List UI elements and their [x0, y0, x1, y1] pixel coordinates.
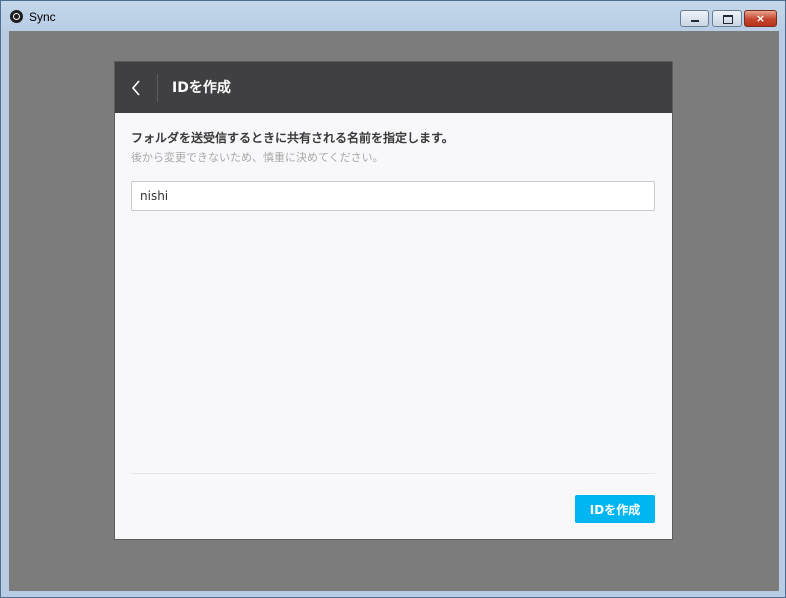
minimize-button[interactable]	[680, 10, 709, 27]
header-divider	[157, 74, 158, 102]
title-bar[interactable]: Sync ×	[1, 1, 785, 31]
sync-app-icon	[10, 10, 23, 23]
close-button[interactable]: ×	[744, 10, 777, 27]
dialog-title: IDを作成	[172, 80, 231, 96]
close-icon: ×	[755, 12, 766, 25]
back-button[interactable]	[125, 68, 155, 108]
window-title: Sync	[29, 10, 56, 24]
maximize-icon	[723, 15, 733, 24]
dialog-header: IDを作成	[115, 62, 672, 113]
maximize-button[interactable]	[712, 10, 742, 27]
modal-overlay: IDを作成 フォルダを送受信するときに共有される名前を指定します。 後から変更で…	[9, 31, 779, 591]
chevron-left-icon	[131, 80, 140, 96]
id-input[interactable]	[131, 181, 655, 211]
create-id-dialog: IDを作成 フォルダを送受信するときに共有される名前を指定します。 後から変更で…	[114, 61, 673, 540]
create-id-button[interactable]: IDを作成	[575, 495, 655, 523]
footer-divider	[131, 473, 655, 474]
dialog-description: フォルダを送受信するときに共有される名前を指定します。	[131, 131, 454, 145]
dialog-note: 後から変更できないため、慎重に決めてください。	[131, 151, 384, 164]
app-window: Sync × IDを作成 フォルダを送受信するときに共有される名前を指定します。	[0, 0, 786, 598]
minimize-icon	[691, 20, 699, 22]
